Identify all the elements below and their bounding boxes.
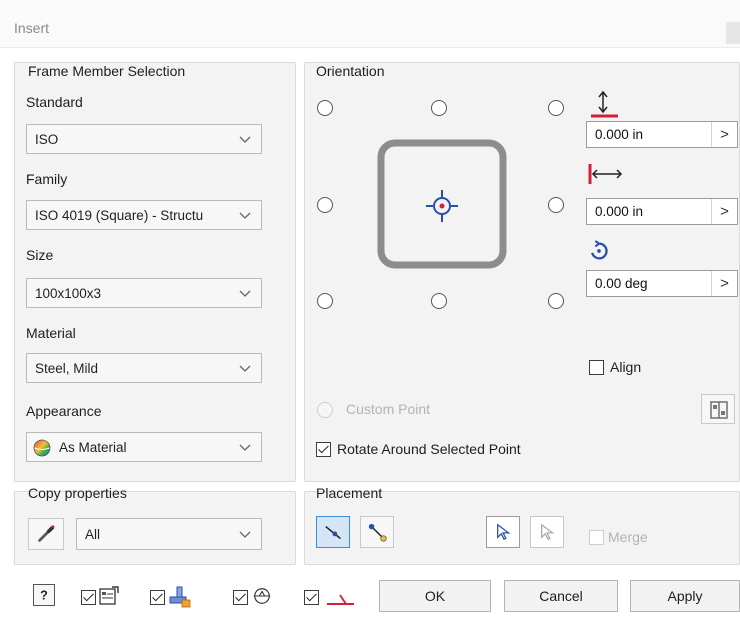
- window-title: Insert: [14, 20, 50, 36]
- close-button[interactable]: [726, 22, 740, 44]
- standard-value: ISO: [35, 132, 59, 147]
- align-checkbox[interactable]: [589, 360, 604, 375]
- vertical-offset-value: 0.000 in: [595, 127, 644, 142]
- cancel-button[interactable]: Cancel: [504, 580, 618, 612]
- eyedropper-button[interactable]: [28, 518, 64, 550]
- size-dropdown[interactable]: 100x100x3: [26, 278, 262, 308]
- select-cursor-button[interactable]: [486, 516, 520, 548]
- chevron-down-icon: [239, 136, 251, 143]
- vertical-offset-arrow-button[interactable]: >: [711, 122, 737, 147]
- merge-checkbox[interactable]: [589, 530, 604, 545]
- mirror-icon: [710, 401, 728, 419]
- miter-icon: [327, 594, 354, 605]
- orientation-radio-top-center[interactable]: [431, 100, 447, 116]
- frame-member-title: Frame Member Selection: [28, 63, 186, 79]
- placement-points-button[interactable]: [360, 516, 394, 548]
- family-label: Family: [26, 171, 68, 187]
- vertical-offset-icon: [591, 90, 618, 118]
- help-icon: ?: [40, 589, 48, 603]
- toolbar-toggle-2-checkbox[interactable]: [150, 590, 165, 605]
- horizontal-offset-value: 0.000 in: [595, 204, 644, 219]
- vertical-offset-field[interactable]: 0.000 in >: [586, 121, 738, 148]
- rotation-angle-arrow-button[interactable]: >: [711, 271, 737, 296]
- orientation-radio-middle-right[interactable]: [548, 197, 564, 213]
- copy-properties-value: All: [85, 527, 101, 542]
- rotate-around-checkbox[interactable]: [316, 442, 331, 457]
- orientation-radio-top-right[interactable]: [548, 100, 564, 116]
- chevron-down-icon: [239, 290, 251, 297]
- orientation-radio-top-left[interactable]: [317, 100, 333, 116]
- placement-line-button[interactable]: [316, 516, 350, 548]
- material-label: Material: [26, 325, 76, 341]
- preview-display-icon: [253, 588, 271, 604]
- svg-text:?: ?: [40, 589, 48, 603]
- family-dropdown[interactable]: ISO 4019 (Square) - Structu: [26, 200, 262, 230]
- rotation-icon: [591, 240, 608, 260]
- orientation-radio-bottom-left[interactable]: [317, 293, 333, 309]
- orientation-title: Orientation: [316, 63, 385, 79]
- standard-dropdown[interactable]: ISO: [26, 124, 262, 154]
- horizontal-offset-icon: [588, 164, 623, 184]
- copy-properties-title: Copy properties: [28, 485, 127, 501]
- material-value: Steel, Mild: [35, 361, 99, 376]
- orientation-radio-bottom-right[interactable]: [548, 293, 564, 309]
- family-value: ISO 4019 (Square) - Structu: [35, 208, 204, 223]
- custom-point-radio[interactable]: [317, 402, 333, 418]
- merge-label: Merge: [608, 529, 648, 545]
- rotation-angle-field[interactable]: 0.00 deg >: [586, 270, 738, 297]
- appearance-sphere-icon: [33, 439, 51, 457]
- apply-button[interactable]: Apply: [630, 580, 740, 612]
- standard-label: Standard: [26, 94, 83, 110]
- size-value: 100x100x3: [35, 286, 102, 301]
- size-label: Size: [26, 247, 54, 263]
- line-select-icon: [325, 526, 341, 540]
- ok-button[interactable]: OK: [379, 580, 491, 612]
- orientation-radio-middle-left[interactable]: [317, 197, 333, 213]
- toolbar-toggle-1-checkbox[interactable]: [81, 590, 96, 605]
- copy-properties-dropdown[interactable]: All: [76, 518, 262, 550]
- properties-icon: [99, 586, 119, 605]
- chevron-down-icon: [239, 444, 251, 451]
- appearance-value: As Material: [59, 440, 127, 455]
- title-bar: Insert: [0, 0, 740, 48]
- align-label: Align: [610, 359, 642, 375]
- appearance-dropdown[interactable]: As Material: [26, 432, 262, 462]
- member-properties-icon: [169, 586, 191, 608]
- rotation-angle-value: 0.00 deg: [595, 276, 648, 291]
- eyedropper-icon: [38, 525, 55, 542]
- rotate-around-label: Rotate Around Selected Point: [337, 441, 521, 457]
- deselect-cursor-button[interactable]: [530, 516, 564, 548]
- horizontal-offset-arrow-button[interactable]: >: [711, 199, 737, 224]
- cursor-icon: [497, 523, 511, 541]
- appearance-label: Appearance: [26, 403, 102, 419]
- custom-point-label: Custom Point: [346, 401, 431, 417]
- toolbar-toggle-4-checkbox[interactable]: [304, 590, 319, 605]
- placement-title: Placement: [316, 485, 383, 501]
- mirror-button[interactable]: [701, 394, 735, 424]
- chevron-down-icon: [239, 365, 251, 372]
- center-point-icon[interactable]: [422, 186, 462, 226]
- chevron-down-icon: [239, 531, 251, 538]
- orientation-radio-bottom-center[interactable]: [431, 293, 447, 309]
- cursor-disabled-icon: [541, 523, 555, 541]
- help-button[interactable]: ?: [33, 584, 55, 606]
- chevron-down-icon: [239, 212, 251, 219]
- two-point-icon: [368, 523, 387, 542]
- material-dropdown[interactable]: Steel, Mild: [26, 353, 262, 383]
- horizontal-offset-field[interactable]: 0.000 in >: [586, 198, 738, 225]
- toolbar-toggle-3-checkbox[interactable]: [233, 590, 248, 605]
